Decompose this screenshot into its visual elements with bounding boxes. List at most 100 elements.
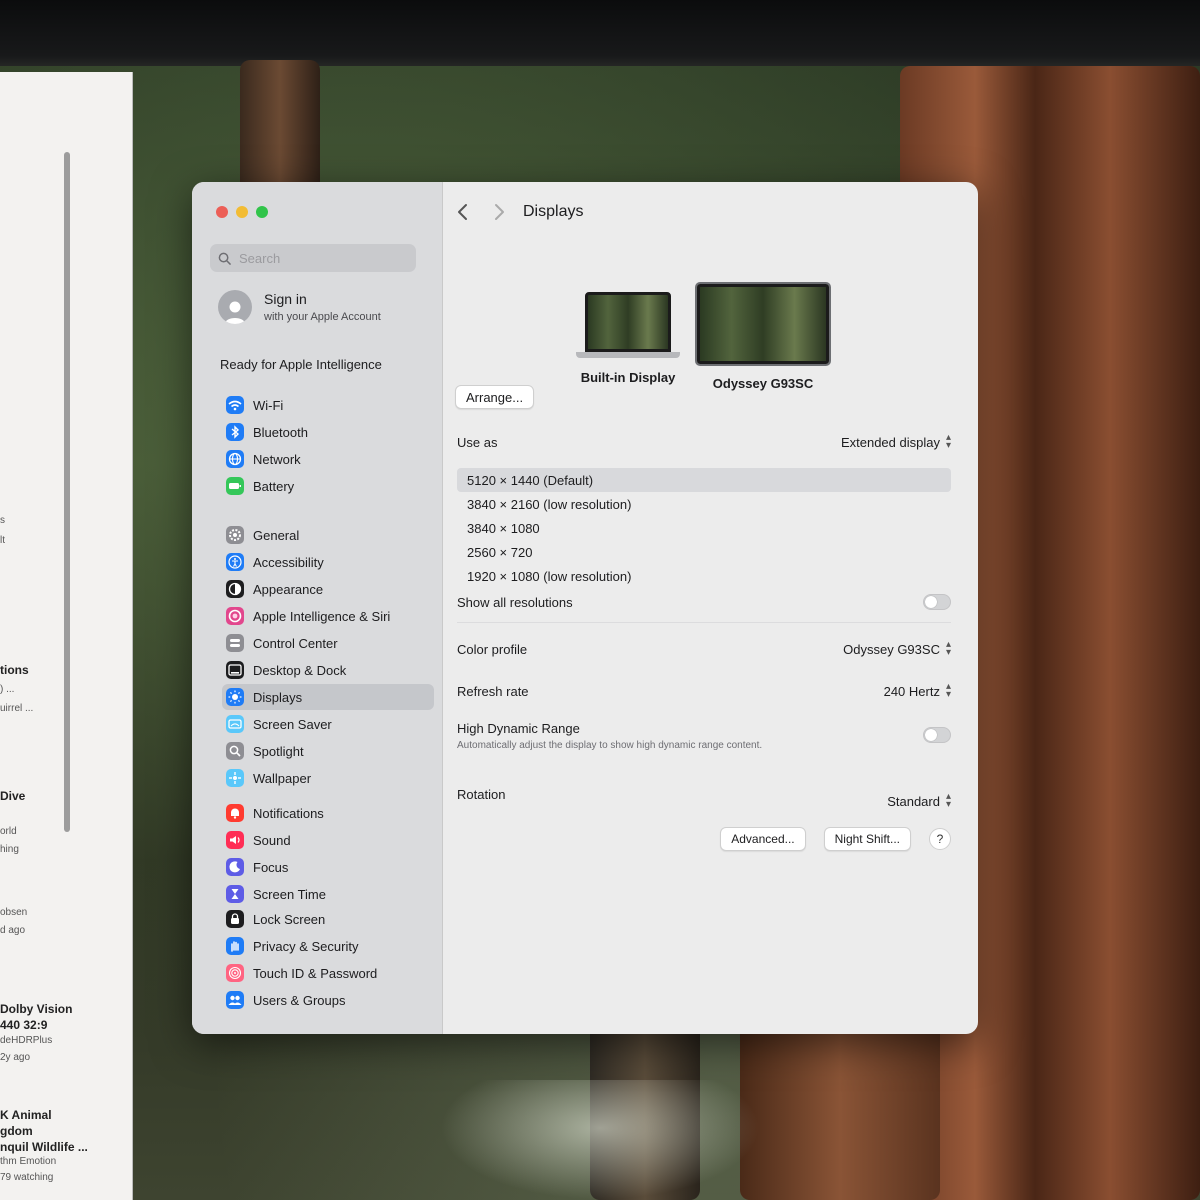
sidebar-item-accessibility[interactable]: Accessibility [222, 549, 434, 575]
sidebar-item-label: Wi-Fi [253, 397, 284, 413]
background-window-text: d ago [0, 925, 26, 936]
sidebar-item-users-groups[interactable]: Users & Groups [222, 987, 434, 1013]
toolbar: Displays [443, 182, 978, 240]
sidebar-item-label: Bluetooth [253, 424, 308, 440]
lock-icon [226, 910, 244, 928]
sidebar-item-wi-fi[interactable]: Wi-Fi [222, 392, 434, 418]
sidebar-item-battery[interactable]: Battery [222, 473, 434, 499]
sidebar-item-lock-screen[interactable]: Lock Screen [222, 906, 434, 932]
sidebar-item-label: Users & Groups [253, 992, 346, 1008]
account-title: Sign in [264, 291, 307, 307]
color-profile-row: Color profile Odyssey G93SC ▴ ▾ [457, 639, 951, 658]
display-arrangement: Arrange... Built-in Display Odyssey G93S… [443, 272, 978, 412]
forward-button[interactable] [489, 202, 509, 222]
background-window-text: 440 32:9 [0, 1018, 48, 1032]
sidebar-item-label: Battery [253, 478, 295, 494]
zoom-button[interactable] [256, 206, 268, 218]
appearance-icon [226, 580, 244, 598]
apple-intelligence-ready[interactable]: Ready for Apple Intelligence [220, 357, 382, 372]
main-content: Displays Arrange... Built-in Display Ody… [443, 182, 978, 1034]
sidebar-item-appearance[interactable]: Appearance [222, 576, 434, 602]
background-window-text: deHDRPlus [0, 1035, 53, 1046]
night-shift-button[interactable]: Night Shift... [823, 827, 911, 851]
sidebar-item-notifications[interactable]: Notifications [222, 800, 434, 826]
resolution-option[interactable]: 2560 × 720 [457, 540, 951, 564]
hdr-row: High Dynamic Range Automatically adjust … [457, 721, 951, 751]
hdr-label: High Dynamic Range [457, 721, 580, 736]
search-input[interactable] [237, 249, 411, 267]
wallpaper-icon [226, 769, 244, 787]
back-button[interactable] [453, 202, 473, 222]
color-profile-label: Color profile [457, 641, 528, 657]
battery-icon [226, 477, 244, 495]
dock-icon [226, 661, 244, 679]
background-window-text: 79 watching [0, 1172, 54, 1183]
sidebar-item-screen-time[interactable]: Screen Time [222, 881, 434, 907]
bell-icon [226, 804, 244, 822]
resolution-option[interactable]: 1920 × 1080 (low resolution) [457, 564, 951, 588]
sidebar-item-apple-intelligence-siri[interactable]: Apple Intelligence & Siri [222, 603, 434, 629]
sidebar-item-label: Privacy & Security [253, 938, 359, 954]
background-window-text: gdom [0, 1124, 33, 1138]
sidebar-item-touch-id-password[interactable]: Touch ID & Password [222, 960, 434, 986]
minimize-button[interactable] [236, 206, 248, 218]
sidebar-item-sound[interactable]: Sound [222, 827, 434, 853]
chevron-updown-icon: ▴ ▾ [945, 639, 951, 658]
background-window-text: s [0, 515, 5, 526]
sidebar-item-wallpaper[interactable]: Wallpaper [222, 765, 434, 791]
show-all-resolutions-label: Show all resolutions [457, 594, 573, 610]
sidebar-item-privacy-security[interactable]: Privacy & Security [222, 933, 434, 959]
background-window-text: 2y ago [0, 1052, 31, 1063]
background-window-text: orld [0, 826, 17, 837]
hand-icon [226, 937, 244, 955]
hdr-toggle[interactable] [923, 727, 951, 743]
built-in-display-thumbnail[interactable]: Built-in Display [576, 292, 680, 385]
sidebar-item-focus[interactable]: Focus [222, 854, 434, 880]
laptop-base [576, 352, 680, 358]
refresh-rate-label: Refresh rate [457, 683, 529, 699]
sidebar-item-control-center[interactable]: Control Center [222, 630, 434, 656]
person-icon [225, 301, 245, 324]
search-field[interactable] [210, 244, 416, 272]
sidebar-item-spotlight[interactable]: Spotlight [222, 738, 434, 764]
account-subtitle: with your Apple Account [264, 311, 381, 323]
refresh-rate-popup[interactable]: 240 Hertz ▴ ▾ [884, 682, 951, 700]
sidebar-item-desktop-dock[interactable]: Desktop & Dock [222, 657, 434, 683]
arrange-button[interactable]: Arrange... [455, 385, 535, 409]
sidebar-item-label: Apple Intelligence & Siri [253, 608, 391, 624]
close-button[interactable] [216, 206, 228, 218]
sidebar-item-screen-saver[interactable]: Screen Saver [222, 711, 434, 737]
advanced-button[interactable]: Advanced... [720, 827, 806, 851]
sidebar-group: General Accessibility Appearance Apple Inte… [222, 522, 434, 792]
sidebar-item-network[interactable]: Network [222, 446, 434, 472]
avatar [218, 290, 252, 324]
spotlight-icon [226, 742, 244, 760]
wifi-icon [226, 396, 244, 414]
chevron-right-icon [495, 204, 504, 220]
account-sign-in[interactable]: Sign in with your Apple Account [218, 290, 381, 324]
sidebar-item-bluetooth[interactable]: Bluetooth [222, 419, 434, 445]
resolution-option[interactable]: 3840 × 1080 [457, 516, 951, 540]
sidebar-item-general[interactable]: General [222, 522, 434, 548]
background-window[interactable]: s lt tions) ... uirrel ... Dive orld hing obsen… [0, 72, 133, 1200]
sidebar-item-displays[interactable]: Displays [222, 684, 434, 710]
show-all-resolutions-toggle[interactable] [923, 594, 951, 610]
rotation-popup[interactable]: Standard ▴ ▾ [887, 792, 951, 810]
help-button[interactable]: ? [929, 828, 951, 850]
background-window-text: ) ... [0, 684, 15, 695]
odyssey-display-thumbnail[interactable]: Odyssey G93SC [697, 284, 829, 391]
use-as-row: Use as Extended display ▴ ▾ [457, 433, 951, 451]
divider [457, 622, 951, 623]
resolution-option[interactable]: 5120 × 1440 (Default) [457, 468, 951, 492]
built-in-display-label: Built-in Display [580, 370, 676, 385]
chevron-left-icon [458, 204, 467, 220]
color-profile-popup[interactable]: Odyssey G93SC ▴ ▾ [843, 639, 951, 658]
use-as-label: Use as [457, 434, 498, 450]
accessibility-icon [226, 553, 244, 571]
resolution-option[interactable]: 3840 × 2160 (low resolution) [457, 492, 951, 516]
use-as-popup[interactable]: Extended display ▴ ▾ [841, 433, 951, 451]
sidebar-group: Wi-Fi Bluetooth Network Battery [222, 392, 434, 500]
background-window-text: obsen [0, 907, 28, 918]
background-window-text: Dolby Vision [0, 1002, 73, 1016]
background-window-scrollbar[interactable] [64, 152, 70, 832]
